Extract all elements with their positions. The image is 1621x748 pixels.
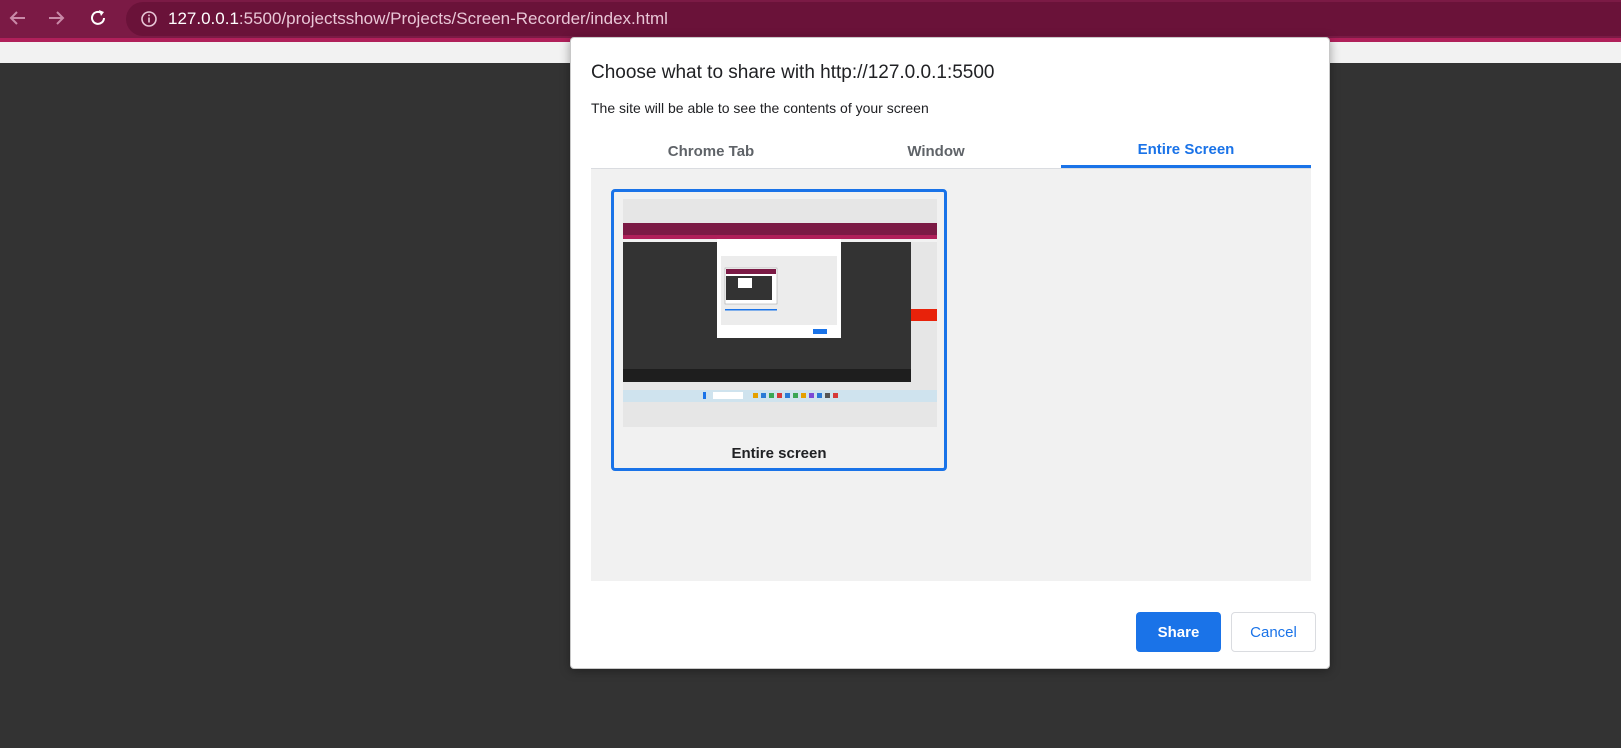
reload-icon [91,10,105,25]
forward-button[interactable] [41,3,71,33]
tab-entire-screen[interactable]: Entire Screen [1061,134,1311,168]
back-arrow-icon [9,11,25,25]
address-bar[interactable]: 127.0.0.1:5500/projectsshow/Projects/Scr… [126,2,1621,36]
share-screen-dialog: Choose what to share with http://127.0.0… [570,37,1330,669]
tab-window[interactable]: Window [831,134,1041,168]
cancel-button[interactable]: Cancel [1231,612,1316,652]
screen-preview-image [623,199,937,427]
tab-chrome-tab[interactable]: Chrome Tab [591,134,831,168]
forward-arrow-icon [49,11,65,25]
back-button[interactable] [3,3,33,33]
dialog-title: Choose what to share with http://127.0.0… [591,62,995,83]
reload-button[interactable] [83,3,113,33]
browser-toolbar: 127.0.0.1:5500/projectsshow/Projects/Scr… [0,0,1621,38]
entire-screen-label: Entire screen [731,445,827,462]
share-button[interactable]: Share [1136,612,1221,652]
source-tabs: Chrome Tab Window Entire Screen [591,134,1311,169]
url-host: 127.0.0.1 [168,9,239,28]
source-list-panel: Entire screen [591,169,1311,581]
entire-screen-option[interactable]: Entire screen [611,189,947,471]
url-text: 127.0.0.1:5500/projectsshow/Projects/Scr… [168,9,668,29]
info-icon[interactable] [140,10,158,28]
screen-thumbnail [623,199,937,427]
dialog-subtitle: The site will be able to see the content… [591,100,929,116]
url-path: :5500/projectsshow/Projects/Screen-Recor… [238,9,668,28]
